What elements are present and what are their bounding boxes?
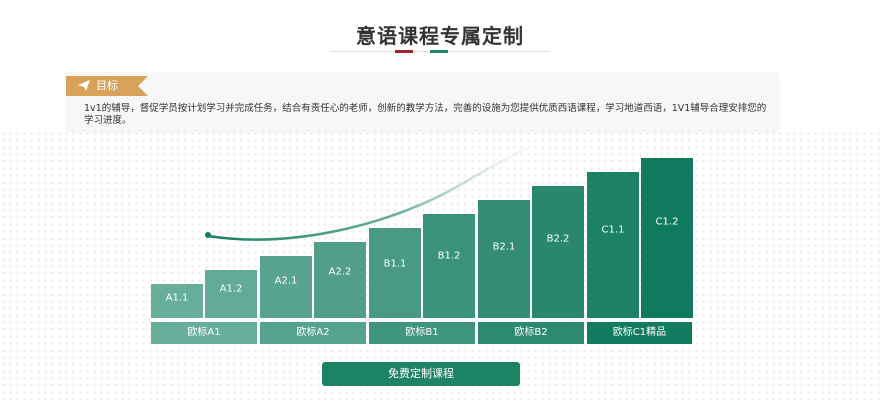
- goal-tag-label: 目标: [96, 79, 118, 92]
- level-bar-label: B1.1: [383, 258, 407, 270]
- goal-panel: 目标 1v1的辅导，督促学员按计划学习并完成任务，结合有责任心的老师，创新的教学…: [66, 72, 778, 130]
- level-bar: C1.2: [641, 158, 693, 318]
- level-bar-label: A2.1: [274, 275, 298, 287]
- goal-description: 1v1的辅导，督促学员按计划学习并完成任务，结合有责任心的老师，创新的教学方法，…: [84, 103, 767, 126]
- level-bar-label: A1.2: [219, 283, 243, 295]
- cefr-group-label: 欧标C1精品: [587, 322, 692, 344]
- level-bar: C1.1: [587, 172, 639, 318]
- title-accent-green: [430, 50, 448, 53]
- level-bar: B1.1: [369, 228, 421, 318]
- cefr-group-label: 欧标B1: [369, 322, 475, 344]
- free-customize-course-button[interactable]: 免费定制课程: [322, 362, 520, 386]
- level-bar-label: B2.1: [492, 241, 516, 253]
- level-bar-label: A1.1: [165, 292, 189, 304]
- level-bar-label: A2.2: [328, 266, 352, 278]
- cefr-group-label: 欧标A1: [151, 322, 257, 344]
- level-bar: A2.2: [314, 242, 366, 318]
- level-bar: A1.2: [205, 270, 257, 318]
- cefr-group-label: 欧标A2: [260, 322, 366, 344]
- level-bar-label: B2.2: [546, 233, 570, 245]
- level-bar: B2.2: [532, 186, 584, 318]
- goal-tag: 目标: [66, 76, 148, 96]
- level-bar-label: B1.2: [437, 250, 461, 262]
- page-title: 意语课程专属定制: [356, 24, 524, 48]
- level-bar-label: C1.2: [655, 216, 679, 228]
- title-accent-red: [395, 50, 413, 53]
- cefr-group-label: 欧标B2: [478, 322, 584, 344]
- level-bar: A1.1: [151, 284, 203, 318]
- level-bar: A2.1: [260, 256, 312, 318]
- level-bar: B1.2: [423, 214, 475, 318]
- paper-plane-icon: [78, 80, 90, 91]
- level-bar-label: C1.1: [601, 224, 625, 236]
- level-bar: B2.1: [478, 200, 530, 318]
